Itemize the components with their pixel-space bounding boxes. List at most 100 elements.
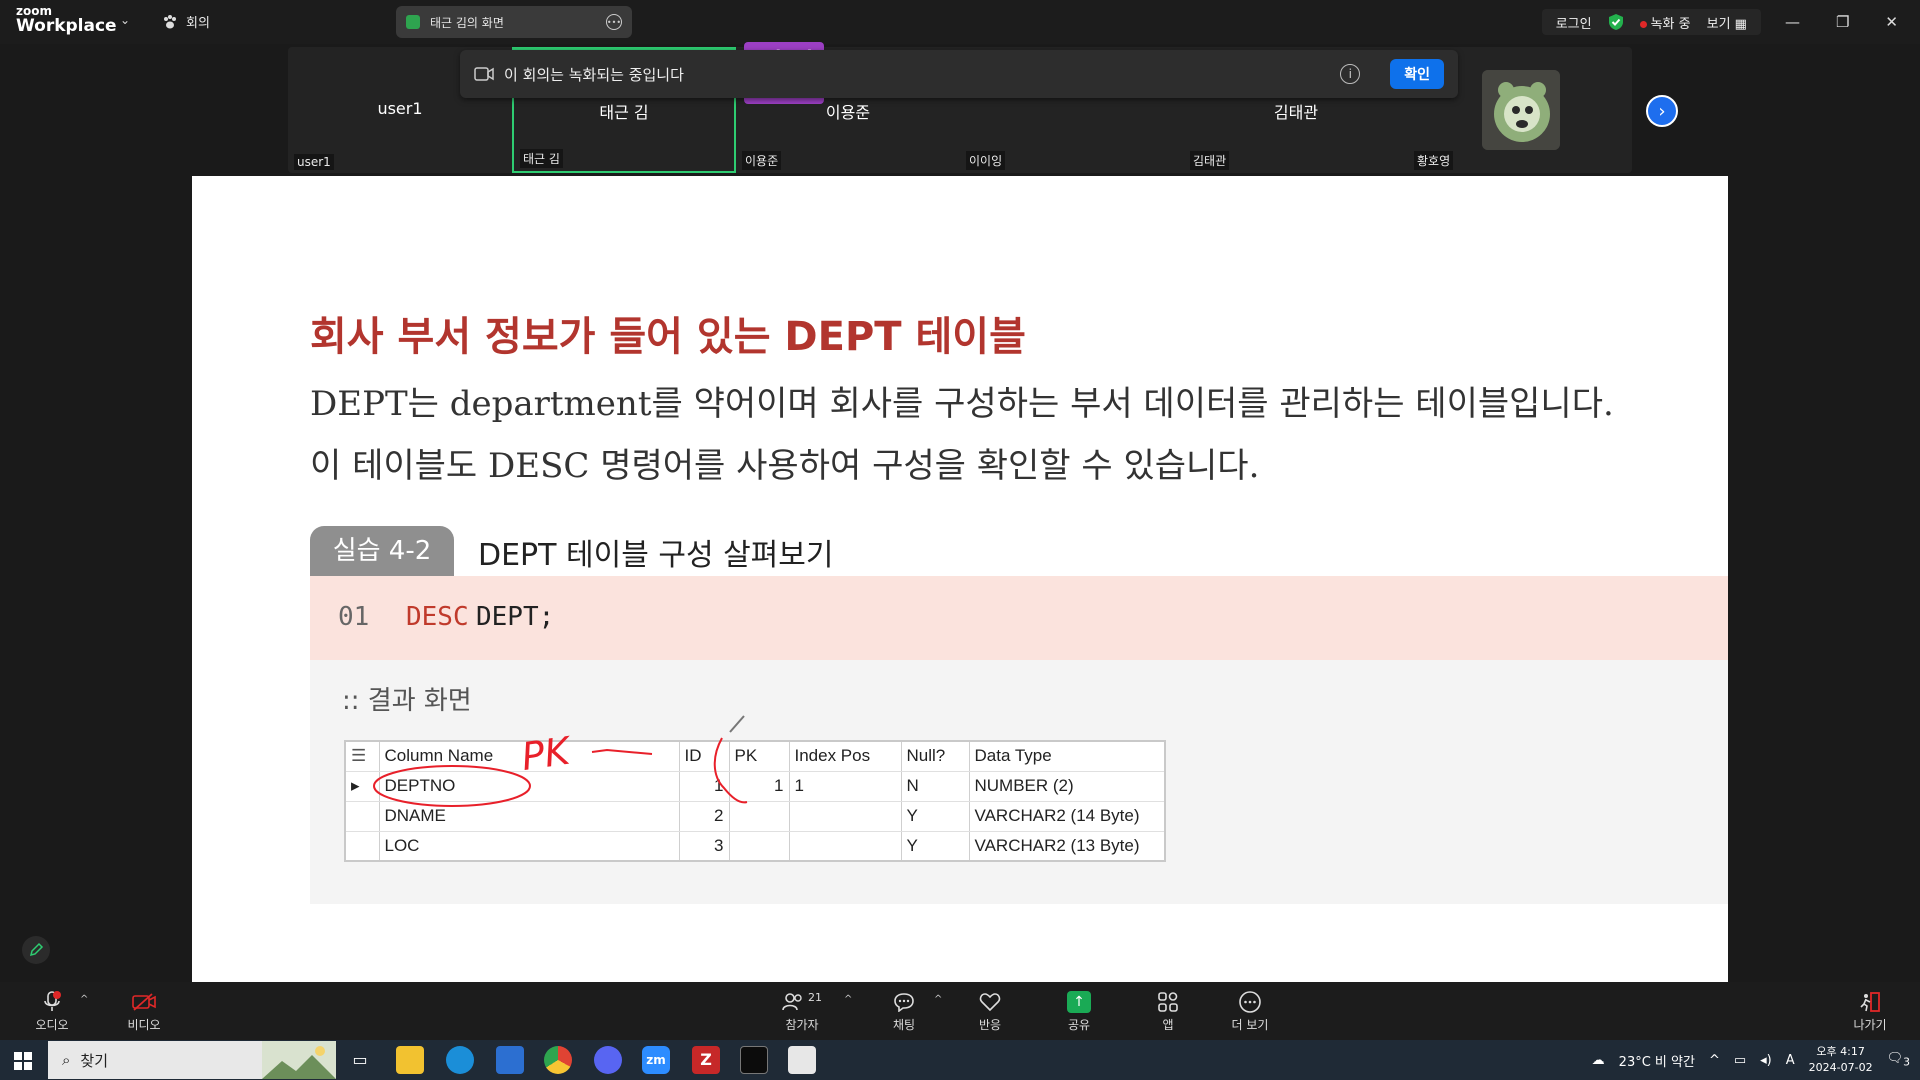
view-label: 보기 xyxy=(1706,16,1731,32)
speaker-icon[interactable]: ◂) xyxy=(1760,1053,1772,1068)
chat-options-caret-icon[interactable]: ^ xyxy=(934,994,942,1005)
table-row: ▸ DEPTNO 1 1 1 N NUMBER (2) xyxy=(345,771,1166,802)
info-icon[interactable]: i xyxy=(1340,64,1361,84)
input-language[interactable]: A xyxy=(1786,1053,1795,1068)
video-camera-icon xyxy=(474,67,494,81)
tile-label: 태근 김 xyxy=(520,149,563,168)
result-label: :: 결과 화면 xyxy=(342,686,472,716)
table-cell: VARCHAR2 (13 Byte) xyxy=(969,831,1166,862)
recording-indicator[interactable]: 녹화 중 xyxy=(1639,13,1691,32)
leave-label: 나가기 xyxy=(1853,1018,1887,1032)
recording-notice-banner: 이 회의는 녹화되는 중입니다 i 확인 xyxy=(460,50,1458,98)
confirm-button[interactable]: 확인 xyxy=(1390,59,1444,89)
more-options-icon[interactable]: ••• xyxy=(606,14,622,30)
reactions-button[interactable]: 반응 xyxy=(960,990,1020,1033)
participants-button[interactable]: 21 참가자 xyxy=(766,990,838,1033)
row-marker-cell xyxy=(345,831,380,862)
leave-door-icon xyxy=(1860,992,1880,1012)
microsoft-store-icon[interactable] xyxy=(496,1046,524,1074)
participants-options-caret-icon[interactable]: ^ xyxy=(844,994,852,1005)
more-button[interactable]: 더 보기 xyxy=(1220,990,1280,1033)
media-player-icon[interactable] xyxy=(788,1046,816,1074)
clock-time: 오후 4:17 xyxy=(1816,1045,1865,1058)
apps-button[interactable]: 앱 xyxy=(1138,990,1198,1033)
network-icon[interactable]: ▭ xyxy=(1734,1053,1746,1068)
header-cell: Data Type xyxy=(969,741,1166,772)
clock-date: 2024-07-02 xyxy=(1808,1061,1873,1074)
windows-start-icon[interactable] xyxy=(14,1052,32,1070)
microphone-icon xyxy=(44,991,61,1011)
participants-paw-icon xyxy=(164,14,176,28)
table-cell: LOC xyxy=(379,831,680,862)
meeting-menu-button[interactable]: 회의 xyxy=(162,12,210,31)
restore-icon[interactable]: ❐ xyxy=(1836,13,1849,31)
desc-result-table: ☰ Column Name ID PK Index Pos Null? Data… xyxy=(344,740,1166,862)
search-placeholder: 찾기 xyxy=(80,1051,109,1070)
brand-bottom: Workplace xyxy=(16,16,117,36)
table-cell xyxy=(729,801,790,832)
login-button[interactable]: 로그인 xyxy=(1556,13,1592,32)
grid-icon: ▦ xyxy=(1734,16,1747,32)
chevron-up-icon[interactable]: ^ xyxy=(1709,1053,1720,1068)
annotate-pen-icon[interactable] xyxy=(22,936,50,964)
weather-text[interactable]: 23°C 비 약간 xyxy=(1619,1051,1695,1070)
system-tray: ☁ 23°C 비 약간 ^ ▭ ◂) A 오후 4:17 2024-07-02 … xyxy=(1592,1040,1920,1080)
weather-cloud-icon[interactable]: ☁ xyxy=(1592,1053,1605,1068)
view-button[interactable]: 보기 ▦ xyxy=(1707,13,1747,32)
zoom-app-icon[interactable]: zm xyxy=(642,1046,670,1074)
audio-options-caret-icon[interactable]: ^ xyxy=(80,994,88,1005)
task-view-icon[interactable]: ▭ xyxy=(346,1046,374,1074)
notification-icon[interactable]: 🗨3 xyxy=(1887,1051,1910,1069)
search-highlight-illustration xyxy=(262,1041,336,1079)
meeting-label: 회의 xyxy=(186,16,210,31)
table-cell: N xyxy=(901,771,970,802)
record-dot-icon xyxy=(1639,20,1647,28)
header-cell: ID xyxy=(679,741,730,772)
minimize-icon[interactable]: — xyxy=(1785,13,1800,31)
tile-name: user1 xyxy=(377,99,423,118)
more-dots-icon xyxy=(1239,991,1261,1013)
tile-label: user1 xyxy=(294,154,334,170)
taskbar-clock[interactable]: 오후 4:17 2024-07-02 xyxy=(1809,1044,1873,1076)
shared-screen-content: 회사 부서 정보가 들어 있는 DEPT 테이블 DEPT는 departmen… xyxy=(192,176,1728,982)
table-cell: 1 xyxy=(789,771,902,802)
apps-label: 앱 xyxy=(1162,1018,1174,1032)
code-block: 01 DESC DEPT; xyxy=(310,576,1728,660)
leave-button[interactable]: 나가기 xyxy=(1840,990,1900,1033)
taskbar-search-input[interactable]: ⌕ 찾기 xyxy=(48,1041,336,1079)
table-cell: VARCHAR2 (14 Byte) xyxy=(969,801,1166,832)
table-row: DNAME 2 Y VARCHAR2 (14 Byte) xyxy=(345,801,1166,832)
close-icon[interactable]: ✕ xyxy=(1885,13,1898,31)
participants-label: 참가자 xyxy=(785,1018,819,1032)
chat-button[interactable]: 채팅 xyxy=(874,990,934,1033)
file-explorer-icon[interactable] xyxy=(396,1046,424,1074)
apps-icon xyxy=(1158,992,1178,1012)
tile-label: 이이잉 xyxy=(966,151,1006,170)
search-icon: ⌕ xyxy=(62,1051,71,1069)
share-button[interactable]: ↑ 공유 xyxy=(1049,990,1109,1033)
code-text: DEPT; xyxy=(476,602,555,632)
shield-check-icon[interactable] xyxy=(1608,13,1624,31)
header-cell: PK xyxy=(729,741,790,772)
chrome-browser-icon[interactable] xyxy=(544,1046,572,1074)
recording-notice-text: 이 회의는 녹화되는 중입니다 xyxy=(504,65,684,84)
table-grid-icon: ☰ xyxy=(351,746,367,766)
share-label: 공유 xyxy=(1067,1018,1091,1032)
tile-label: 김태관 xyxy=(1190,151,1230,170)
video-button[interactable]: 비디오 xyxy=(114,990,174,1033)
edge-browser-icon[interactable] xyxy=(446,1046,474,1074)
filezilla-icon[interactable]: Z xyxy=(692,1046,720,1074)
row-marker-icon: ▸ xyxy=(345,771,380,802)
table-cell: 1 xyxy=(729,771,790,802)
chevron-down-icon[interactable]: ⌄ xyxy=(120,13,130,27)
tile-name: 김태관 xyxy=(1273,103,1319,122)
slide-paragraph-line: DEPT는 department를 약어이며 회사를 구성하는 부서 데이터를 … xyxy=(310,384,1614,424)
lab-tag: 실습 4-2 xyxy=(310,526,454,576)
audio-button[interactable]: 오디오 xyxy=(22,990,82,1033)
terminal-icon[interactable] xyxy=(740,1046,768,1074)
meeting-controls-toolbar: 오디오 ^ 비디오 21 참가자 ^ 채팅 ^ 반응 ↑ 공유 앱 더 보기 나… xyxy=(0,982,1920,1040)
discord-icon[interactable] xyxy=(594,1046,622,1074)
share-screen-tab[interactable]: 태근 김의 화면 ••• xyxy=(396,6,632,38)
tile-name: 태근 김 xyxy=(599,103,649,122)
next-page-arrow-icon[interactable]: › xyxy=(1646,95,1678,127)
